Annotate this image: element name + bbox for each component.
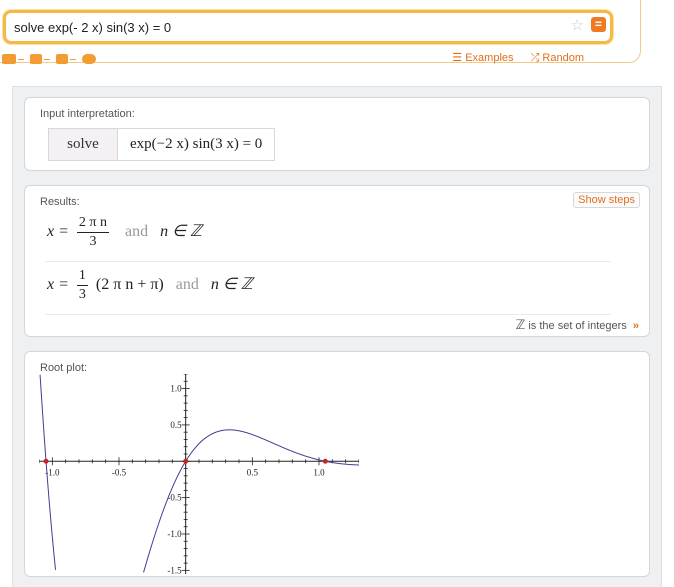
x-tick-label: 1.0 [313, 467, 325, 477]
solution-2: x = 1 3 (2 π n + π) and n ∈ ℤ [47, 267, 253, 304]
more-arrow-icon: » [632, 320, 639, 332]
x-tick-label: 0.5 [247, 467, 259, 477]
root-plot-chart: -1.0 -0.5 0.5 1.01.00.5-0.5-1.0-1.5 [39, 374, 359, 574]
solution-condition: n ∈ ℤ [160, 223, 202, 241]
toolbar-divider [44, 59, 50, 60]
y-tick-label: -1.5 [167, 565, 182, 574]
solution-lhs: x = [47, 223, 69, 241]
y-tick-label: 0.5 [170, 420, 182, 430]
search-input[interactable] [14, 17, 554, 37]
and-word: and [124, 223, 149, 241]
root-point [322, 458, 328, 464]
random-link[interactable]: ⤮ Random [531, 52, 584, 64]
interpretation-keyword: solve [48, 128, 118, 161]
root-plot-pod: Root plot: -1.0 -0.5 0.5 1.0 1.0 0.5 -0.5 -1.0-… [24, 351, 650, 577]
solution-fraction: 1 3 [76, 267, 88, 304]
integers-note-text: is the set of integers [528, 320, 627, 332]
solution-rest: (2 π n + π) [95, 276, 164, 294]
divider [45, 261, 611, 262]
solution-lhs: x = [47, 276, 69, 294]
toolbar-divider [70, 59, 76, 60]
search-links: ☰ Examples ⤮ Random [438, 51, 584, 65]
search-area: ☆ = ☰ Examples ⤮ Random [0, 0, 641, 65]
list-icon: ☰ [452, 52, 466, 64]
interpretation-expression: exp(−2 x) sin(3 x) = 0 [116, 128, 276, 161]
integers-note[interactable]: ℤ is the set of integers » [516, 317, 639, 333]
root-point [43, 458, 49, 464]
y-tick-label: 1.0 [170, 384, 182, 394]
fraction-denominator: 3 [78, 287, 86, 302]
favorite-star-icon[interactable]: ☆ [571, 16, 584, 36]
y-tick-label: -1.0 [167, 529, 182, 539]
shuffle-icon: ⤮ [530, 52, 543, 64]
pod-title: Results: [40, 196, 80, 208]
upload-icon[interactable] [82, 54, 96, 64]
random-label: Random [542, 52, 584, 64]
interpretation-table: solve exp(−2 x) sin(3 x) = 0 [48, 128, 276, 161]
search-box[interactable]: ☆ = [3, 10, 613, 44]
solution-1: x = 2 π n 3 and n ∈ ℤ [47, 214, 202, 251]
table-icon[interactable] [56, 54, 68, 64]
x-tick-label: -0.5 [112, 467, 127, 477]
toolbar-divider [18, 59, 24, 60]
examples-label: Examples [465, 52, 514, 64]
root-point [183, 458, 189, 464]
fraction-denominator: 3 [89, 234, 97, 249]
fraction-numerator: 1 [76, 267, 88, 286]
and-word: and [175, 276, 199, 294]
pod-title: Input interpretation: [40, 108, 135, 120]
show-steps-button[interactable]: Show steps [573, 192, 640, 208]
results-pod: Results: Show steps x = 2 π n 3 and n ∈ … [24, 185, 650, 337]
pod-title: Root plot: [40, 362, 88, 374]
results-container: Input interpretation: solve exp(−2 x) si… [12, 86, 662, 587]
solution-condition: n ∈ ℤ [210, 276, 253, 294]
input-interpretation-pod: Input interpretation: solve exp(−2 x) si… [24, 97, 650, 171]
camera-icon[interactable] [30, 54, 42, 64]
solution-fraction: 2 π n 3 [76, 214, 109, 251]
examples-link[interactable]: ☰ Examples [452, 52, 513, 64]
divider [45, 314, 611, 315]
fraction-numerator: 2 π n [76, 214, 109, 233]
compute-button[interactable]: = [591, 17, 606, 32]
keyboard-icon[interactable] [2, 54, 16, 64]
integers-symbol: ℤ [515, 317, 526, 332]
